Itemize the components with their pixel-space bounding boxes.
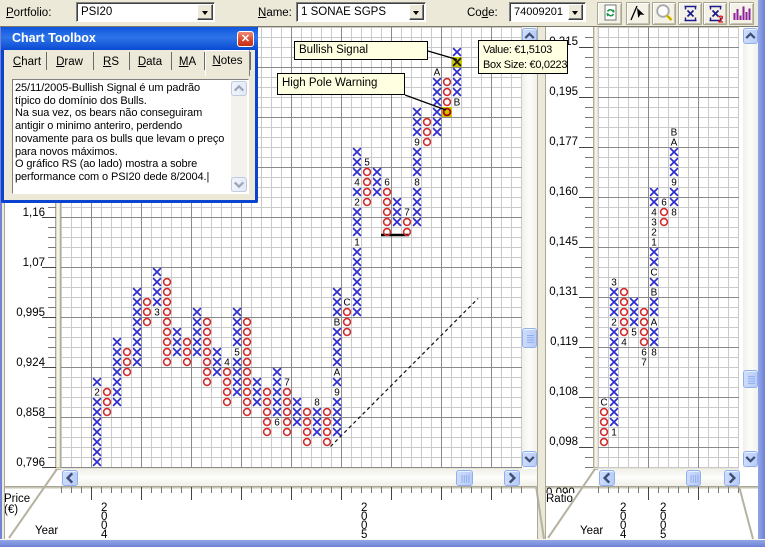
svg-text:2: 2 [718, 15, 724, 25]
